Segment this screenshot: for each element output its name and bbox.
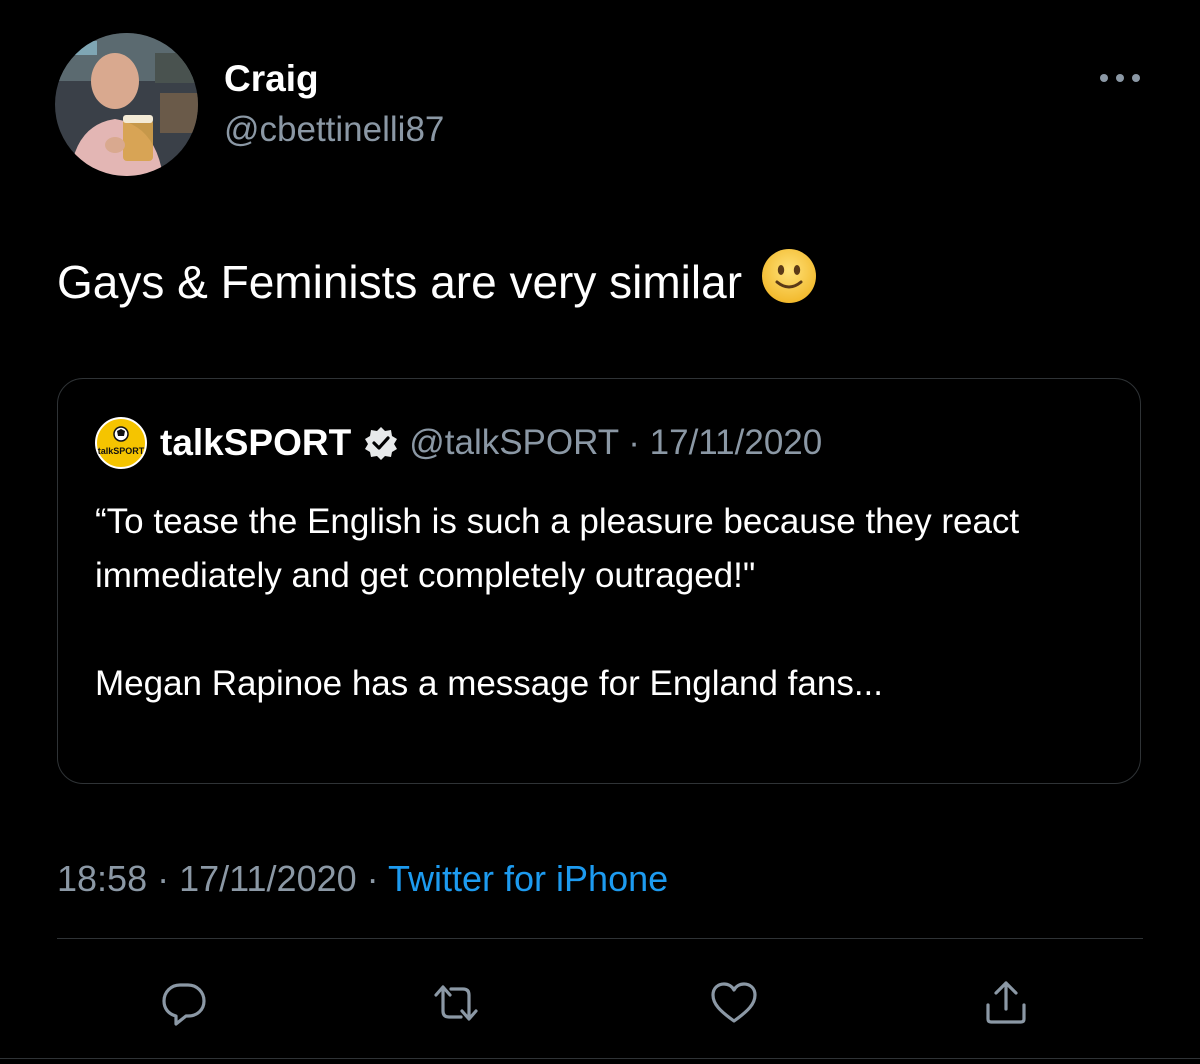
meta-separator: · xyxy=(157,858,170,899)
bottom-divider xyxy=(0,1058,1200,1059)
author-display-name[interactable]: Craig xyxy=(224,57,319,101)
verified-badge-icon xyxy=(365,427,398,460)
like-icon[interactable] xyxy=(706,975,762,1031)
quoted-author-name[interactable]: talkSPORT xyxy=(160,422,351,464)
quoted-date: 17/11/2020 xyxy=(649,423,823,462)
more-options-icon[interactable] xyxy=(1096,66,1144,90)
tweet-meta: 18:58 · 17/11/2020 · Twitter for iPhone xyxy=(57,855,668,903)
tweet-source-link[interactable]: Twitter for iPhone xyxy=(388,858,668,899)
quoted-handle-text: @talkSPORT xyxy=(409,423,619,462)
tweet-body-text: Gays & Feminists are very similar xyxy=(57,256,743,308)
quoted-tweet-header: talkSPORT talkSPORT @talkSPORT · 17/11/2… xyxy=(94,417,822,469)
tweet-date: 17/11/2020 xyxy=(179,858,357,899)
retweet-icon[interactable] xyxy=(428,975,484,1031)
tweet-text: Gays & Feminists are very similar xyxy=(57,248,817,312)
tweet-time: 18:58 xyxy=(57,858,148,899)
meta-separator: · xyxy=(366,858,379,899)
logo-text: talkSPORT xyxy=(98,446,145,456)
author-handle[interactable]: @cbettinelli87 xyxy=(224,108,444,152)
quoted-tweet-card[interactable]: talkSPORT talkSPORT @talkSPORT · 17/11/2… xyxy=(57,378,1141,784)
reply-icon[interactable] xyxy=(156,975,212,1031)
share-icon[interactable] xyxy=(978,975,1034,1031)
quoted-separator: · xyxy=(628,423,640,462)
talksport-logo[interactable]: talkSPORT xyxy=(94,416,148,470)
slightly-smiling-face-icon xyxy=(761,249,816,303)
avatar[interactable] xyxy=(55,33,198,176)
avatar-photo xyxy=(55,33,198,176)
quoted-tweet-body: “To tease the English is such a pleasure… xyxy=(95,502,1020,703)
quoted-author-handle: @talkSPORT · 17/11/2020 xyxy=(409,423,822,463)
divider xyxy=(57,938,1143,939)
